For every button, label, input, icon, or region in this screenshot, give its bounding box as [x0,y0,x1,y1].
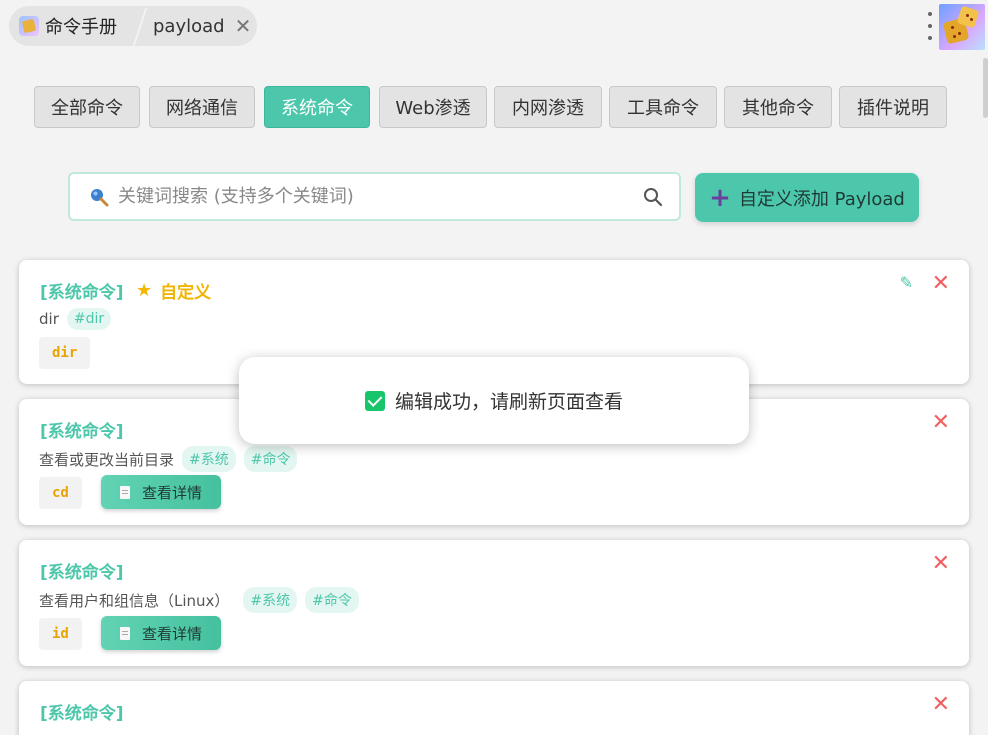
delete-icon[interactable]: ✕ [932,273,950,295]
tag[interactable]: #命令 [243,446,298,472]
delete-icon[interactable]: ✕ [932,412,950,434]
command-card: [系统命令] ✕ [19,681,969,735]
search-box [68,172,681,221]
dice-icon [19,16,39,36]
tab-label: payload [153,15,225,37]
card-category: [系统命令] [40,704,124,724]
star-icon: ★ [136,280,153,301]
command-card: [系统命令] ✕ 查看用户和组信息（Linux） #系统 #命令 id 查看详情 [19,540,969,666]
document-icon [119,485,130,499]
command-code[interactable]: id [39,618,82,650]
scrollbar[interactable] [983,58,988,118]
tab-system[interactable]: 系统命令 [264,86,370,128]
view-details-button[interactable]: 查看详情 [101,475,221,509]
tab-tools[interactable]: 工具命令 [609,86,717,128]
tag[interactable]: #dir [66,308,112,330]
tab-network[interactable]: 网络通信 [149,86,255,128]
card-category: [系统命令] [40,563,124,583]
card-description: 查看用户和组信息（Linux） #系统 #命令 [39,587,359,613]
tab-payload[interactable]: payload ✕ [147,6,251,46]
browser-topbar: 命令手册 payload ✕ [0,0,988,56]
more-menu-icon[interactable] [926,12,934,40]
tag[interactable]: #命令 [305,587,359,613]
success-toast: 编辑成功，请刷新页面查看 [239,357,749,444]
card-category: [系统命令] [40,422,124,442]
document-icon [119,626,130,640]
plus-icon: + [709,182,731,213]
custom-label: 自定义 [160,283,212,303]
tab-intranet[interactable]: 内网渗透 [494,86,602,128]
card-description: 查看或更改当前目录 #系统 #命令 [39,446,298,472]
avatar[interactable] [939,4,985,50]
command-code[interactable]: dir [39,337,91,369]
card-category: [系统命令] [40,283,124,303]
toast-message: 编辑成功，请刷新页面查看 [394,391,623,413]
card-desc-text: 查看用户和组信息（Linux） [39,591,230,610]
tab-separator [135,6,147,46]
tab-label: 命令手册 [45,17,117,38]
checkbox-check-icon [364,390,385,411]
search-icon[interactable] [643,187,663,207]
tab-all-commands[interactable]: 全部命令 [34,86,140,128]
delete-icon[interactable]: ✕ [932,553,950,575]
tab-strip: 命令手册 payload ✕ [9,6,257,46]
add-payload-label: 自定义添加 Payload [738,188,905,210]
search-input[interactable] [118,186,638,207]
view-details-label: 查看详情 [141,483,202,502]
custom-badge: ★ 自定义 [136,278,211,303]
command-code[interactable]: cd [39,477,82,509]
card-desc-text: 查看或更改当前目录 [39,450,175,469]
tab-command-manual[interactable]: 命令手册 [9,6,135,46]
view-details-label: 查看详情 [141,624,202,643]
view-details-button[interactable]: 查看详情 [101,616,221,650]
add-payload-button[interactable]: + 自定义添加 Payload [695,173,919,222]
tab-plugin-docs[interactable]: 插件说明 [839,86,947,128]
tab-web[interactable]: Web渗透 [379,86,487,128]
tab-other[interactable]: 其他命令 [724,86,832,128]
tag[interactable]: #系统 [182,446,236,472]
tag[interactable]: #系统 [243,587,298,613]
close-icon[interactable]: ✕ [235,16,252,36]
magnifier-icon [89,187,109,207]
card-description: dir #dir [39,308,112,330]
card-desc-text: dir [39,310,59,328]
edit-icon[interactable]: ✎ [900,275,913,291]
delete-icon[interactable]: ✕ [932,694,950,716]
